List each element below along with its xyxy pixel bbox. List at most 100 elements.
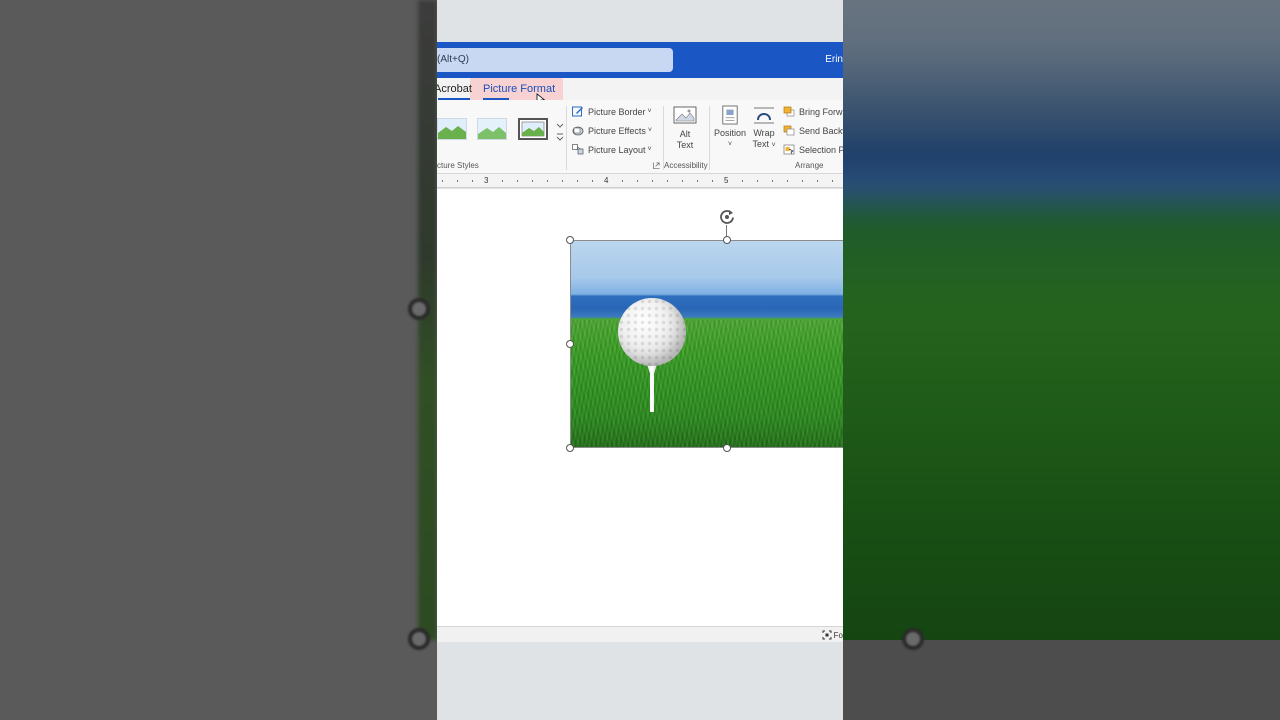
alt-text-line1: Alt (679, 129, 691, 139)
ruler-tick (712, 180, 713, 182)
bring-forward-button[interactable]: Bring Forwa (783, 106, 843, 117)
word-window: (Alt+Q) Erin Acrobat Picture Format ctur… (437, 0, 843, 720)
horizontal-ruler[interactable]: 3 4 5 (437, 174, 843, 188)
position-icon (722, 105, 738, 125)
ruler-mark: 3 (484, 176, 489, 185)
ruler-tick (577, 180, 578, 182)
alt-text-icon (673, 106, 697, 124)
ribbon-separator (709, 106, 710, 170)
picture-effects-label: Picture Effects (588, 125, 646, 136)
landscape-thumb-icon (438, 119, 466, 139)
ruler-tick (832, 180, 833, 182)
resize-handle-top-left[interactable] (566, 236, 574, 244)
ruler-tick (757, 180, 758, 182)
effects-icon (572, 126, 584, 136)
alt-text-line2: Text (676, 140, 694, 150)
ruler-tick (442, 180, 443, 182)
focus-button[interactable]: Fo (822, 630, 843, 640)
chevron-down-icon: ˅ (771, 142, 776, 149)
background-left (0, 0, 437, 720)
ruler-tick (787, 180, 788, 182)
picture-effects-button[interactable]: Picture Effects ˅ (572, 125, 652, 136)
golf-ball (618, 298, 686, 366)
resize-handle-bottom-middle[interactable] (723, 444, 731, 452)
user-name[interactable]: Erin (825, 54, 843, 65)
alt-text-button[interactable]: Alt Text (671, 106, 699, 151)
picture-layout-label: Picture Layout (588, 144, 646, 155)
wrap-text-button[interactable]: Wrap Text ˅ (749, 105, 779, 151)
resize-handle-bottom-left[interactable] (566, 444, 574, 452)
search-box[interactable]: (Alt+Q) (437, 48, 673, 72)
search-shortcut-text: (Alt+Q) (437, 54, 469, 65)
layout-icon (572, 144, 584, 155)
document-page[interactable] (437, 189, 843, 626)
ruler-tick (802, 180, 803, 182)
bring-forward-icon (783, 106, 795, 117)
bring-forward-label: Bring Forwa (799, 106, 843, 117)
grass-texture (570, 320, 843, 448)
ribbon-separator (566, 106, 567, 170)
ruler-mark: 4 (604, 176, 609, 185)
ruler-tick (457, 180, 458, 182)
focus-icon (822, 630, 832, 640)
send-backward-icon (783, 125, 795, 136)
wrap-text-icon (754, 107, 774, 124)
selection-pane-label: Selection Pa (799, 144, 843, 155)
landscape-thumb-icon (478, 119, 506, 139)
ruler-tick (532, 180, 533, 182)
ruler-tick (697, 180, 698, 182)
ruler-tick (517, 180, 518, 182)
ruler-tick (547, 180, 548, 182)
dialog-launcher-icon[interactable] (653, 162, 660, 169)
position-button[interactable]: Position ˅ (713, 105, 747, 150)
chevron-down-icon: ˅ (647, 108, 652, 115)
ruler-tick (667, 180, 668, 182)
background-handle-bottom-mid (902, 628, 924, 650)
styles-gallery-scroll-icon[interactable] (555, 110, 565, 150)
picture-styles-group-label: cture Styles (437, 161, 479, 170)
pen-border-icon (572, 106, 583, 117)
ruler-tick (592, 180, 593, 182)
wrap-text-line1: Wrap (753, 128, 775, 138)
picture-layout-button[interactable]: Picture Layout ˅ (572, 144, 652, 155)
background-blurred-photo (843, 0, 1280, 660)
picture-style-3[interactable] (518, 118, 548, 140)
ribbon: cture Styles Picture Border ˅ Picture Ef… (437, 100, 843, 174)
chevron-down-icon: ˅ (647, 127, 652, 134)
background-left-edge (418, 0, 437, 640)
accessibility-group-label: Accessibility (664, 161, 708, 170)
ruler-tick (502, 180, 503, 182)
resize-handle-middle-left[interactable] (566, 340, 574, 348)
landscape-thumb-icon (521, 121, 545, 137)
status-bar: Fo (437, 626, 843, 642)
ruler-tick (652, 180, 653, 182)
chevron-down-icon: ˅ (647, 146, 652, 153)
picture-border-label: Picture Border (588, 106, 646, 117)
picture-style-2[interactable] (477, 118, 507, 140)
picture-style-1[interactable] (437, 118, 467, 140)
background-handle-top-left (408, 298, 430, 320)
ruler-tick (472, 180, 473, 182)
selection-pane-icon (783, 144, 795, 155)
send-backward-label: Send Backw (799, 125, 843, 136)
ruler-tick (742, 180, 743, 182)
arrange-group-label: Arrange (795, 161, 824, 170)
golf-ball-picture[interactable] (570, 240, 843, 448)
ruler-mark: 5 (724, 176, 729, 185)
ruler-tick (637, 180, 638, 182)
title-bar: (Alt+Q) Erin (437, 42, 843, 78)
ruler-tick (622, 180, 623, 182)
ruler-tick (772, 180, 773, 182)
tab-acrobat[interactable]: Acrobat (437, 83, 472, 100)
focus-label: Fo (833, 630, 843, 640)
ruler-tick (682, 180, 683, 182)
picture-border-button[interactable]: Picture Border ˅ (572, 106, 652, 117)
position-label: Position (713, 128, 747, 138)
ribbon-tabs: Acrobat Picture Format (437, 78, 843, 105)
background-right (843, 0, 1280, 720)
send-backward-button[interactable]: Send Backw (783, 125, 843, 136)
resize-handle-top-middle[interactable] (723, 236, 731, 244)
lower-background (437, 642, 843, 720)
rotate-handle-icon[interactable] (718, 208, 736, 226)
selection-pane-button[interactable]: Selection Pa (783, 144, 843, 155)
